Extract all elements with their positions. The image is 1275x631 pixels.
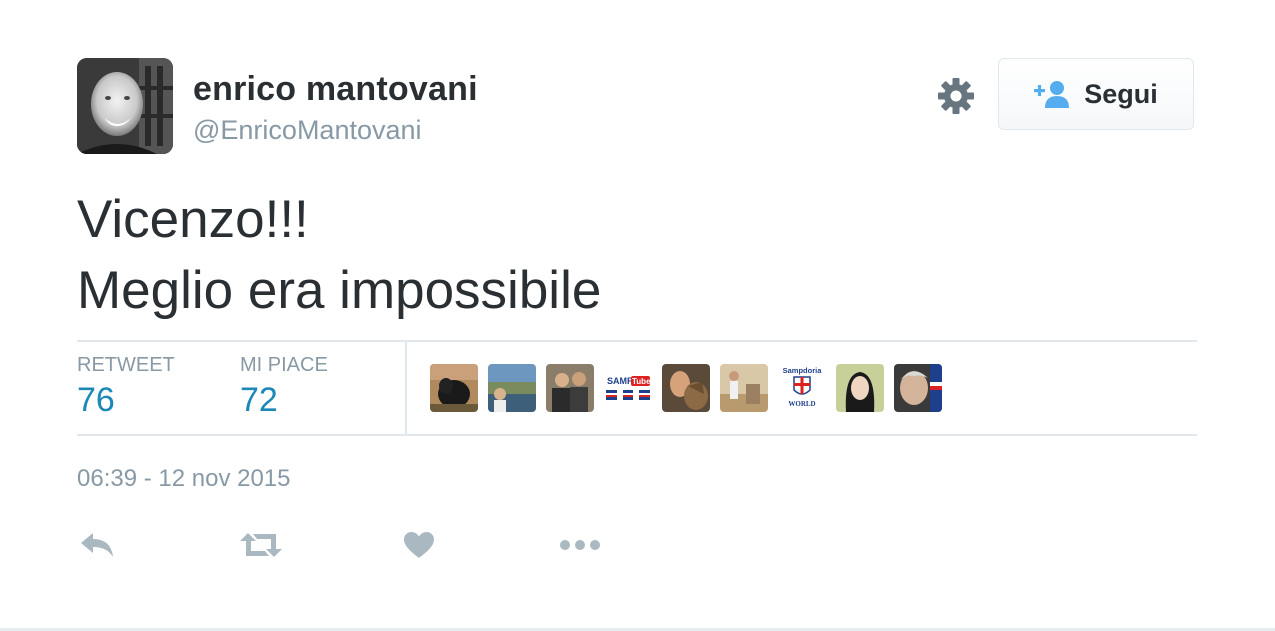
tweet-page: enrico mantovani @EnricoMantovani Segui … <box>0 0 1275 631</box>
retweet-count: 76 <box>77 381 115 419</box>
like-count: 72 <box>240 381 278 419</box>
like-stat[interactable]: MI PIACE 72 <box>240 354 328 420</box>
user-avatar[interactable] <box>77 58 173 154</box>
liker-avatar[interactable] <box>488 364 536 412</box>
like-button[interactable] <box>402 525 436 565</box>
follow-button-label: Segui <box>1084 78 1158 109</box>
liked-by-avatars: SAMP Tube Sampdoria WORLD <box>430 364 942 412</box>
more-icon <box>560 540 600 550</box>
tweet-text-line: Meglio era impossibile <box>77 261 602 320</box>
liker-avatar[interactable] <box>430 364 478 412</box>
liker-avatar[interactable] <box>720 364 768 412</box>
add-user-icon <box>1034 81 1070 108</box>
stats-divider-top <box>77 340 1197 342</box>
tweet-timestamp[interactable]: 06:39 - 12 nov 2015 <box>77 465 291 493</box>
follow-button[interactable]: Segui <box>998 58 1194 130</box>
liker-avatar[interactable] <box>836 364 884 412</box>
retweet-icon <box>240 533 282 557</box>
retweet-button[interactable] <box>238 525 284 565</box>
reply-icon <box>81 533 113 557</box>
more-button[interactable] <box>558 525 602 565</box>
gear-icon[interactable] <box>936 76 976 116</box>
samptube-text: Tube <box>632 377 651 386</box>
stats-divider-bottom <box>77 434 1197 436</box>
tweet-text-line: Vicenzo!!! <box>77 190 309 249</box>
sampdoria-text: Sampdoria <box>783 366 823 375</box>
liker-avatar-samptube[interactable]: SAMP Tube <box>604 364 652 412</box>
samptube-text: SAMP <box>607 376 633 386</box>
heart-icon <box>404 532 434 558</box>
retweet-stat[interactable]: RETWEET 76 <box>77 354 175 420</box>
liker-avatar-sampdoria-world[interactable]: Sampdoria WORLD <box>778 364 826 412</box>
liker-avatar[interactable] <box>546 364 594 412</box>
retweet-stat-label: RETWEET <box>77 354 175 376</box>
liker-avatar[interactable] <box>662 364 710 412</box>
username[interactable]: @EnricoMantovani <box>193 115 422 146</box>
world-text: WORLD <box>788 400 815 408</box>
display-name[interactable]: enrico mantovani <box>193 70 478 109</box>
liker-avatar[interactable] <box>894 364 942 412</box>
stats-divider-vertical <box>405 342 407 434</box>
reply-button[interactable] <box>77 525 117 565</box>
like-stat-label: MI PIACE <box>240 354 328 376</box>
tweet-text: Vicenzo!!! Meglio era impossibile <box>77 184 1177 326</box>
